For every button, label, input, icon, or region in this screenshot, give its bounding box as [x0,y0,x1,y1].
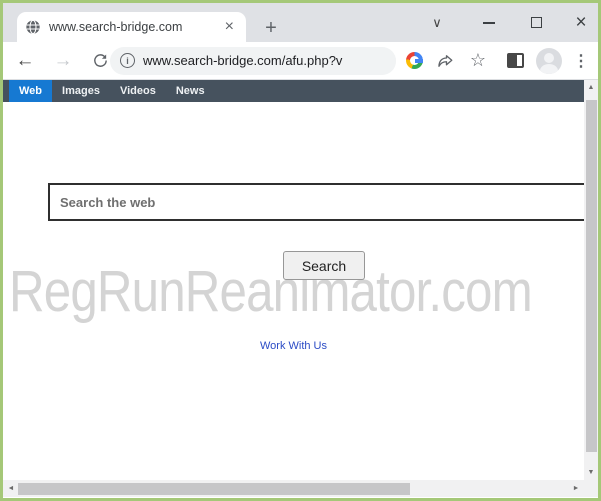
vertical-scrollbar[interactable]: ▲ ▼ [584,80,598,480]
nav-tab-images[interactable]: Images [52,80,110,102]
scroll-down-icon[interactable]: ▼ [584,469,598,476]
new-tab-button[interactable]: + [259,16,283,40]
watermark-text: RegRunReanimator.com [9,263,532,321]
window-close-button[interactable]: × [568,3,594,42]
forward-icon[interactable]: → [51,42,75,79]
profile-avatar[interactable] [535,42,562,79]
tab-close-icon[interactable]: × [221,19,238,35]
browser-menu-icon[interactable]: ⋮ [569,42,593,79]
side-panel-icon[interactable] [503,42,527,79]
nav-tab-web[interactable]: Web [9,80,52,102]
site-info-icon[interactable]: i [120,53,135,68]
search-category-nav: Web Images Videos News [3,80,584,102]
google-logo-icon[interactable] [402,42,426,79]
horizontal-scroll-thumb[interactable] [18,483,410,495]
scroll-up-icon[interactable]: ▲ [584,84,598,91]
work-with-us-link[interactable]: Work With Us [260,340,327,352]
horizontal-scrollbar[interactable]: ◄ ► [3,480,584,497]
scroll-right-icon[interactable]: ► [570,485,582,492]
browser-tab[interactable]: www.search-bridge.com × [17,12,246,42]
bookmark-star-icon[interactable]: ☆ [466,42,490,79]
share-icon[interactable] [433,42,457,79]
url-text: www.search-bridge.com/afu.php?v [143,53,342,68]
address-bar[interactable]: i www.search-bridge.com/afu.php?v [110,47,396,75]
nav-tab-videos[interactable]: Videos [110,80,166,102]
reload-icon[interactable] [88,42,112,79]
back-icon[interactable]: ← [13,42,37,79]
footer-link-row: Work With Us [3,336,584,354]
search-button[interactable]: Search [283,251,365,280]
browser-toolbar: ← → i www.search-bridge.com/afu.php?v ☆ … [3,42,598,80]
tab-strip: www.search-bridge.com × + ∨ × [3,3,598,42]
globe-favicon-icon [25,19,41,35]
tab-title: www.search-bridge.com [49,20,221,34]
minimize-button[interactable] [476,3,502,42]
scrollbar-corner [584,480,598,497]
vertical-scroll-thumb[interactable] [586,100,597,452]
url-fade-overlay [370,47,396,75]
search-input[interactable] [48,183,598,221]
browser-window: www.search-bridge.com × + ∨ × ← → i www.… [0,0,601,501]
maximize-button[interactable] [523,3,549,42]
page-content: Web Images Videos News RegRunReanimator.… [3,80,598,497]
nav-tab-news[interactable]: News [166,80,215,102]
scroll-left-icon[interactable]: ◄ [5,485,17,492]
tab-search-chevron-icon[interactable]: ∨ [424,3,450,42]
